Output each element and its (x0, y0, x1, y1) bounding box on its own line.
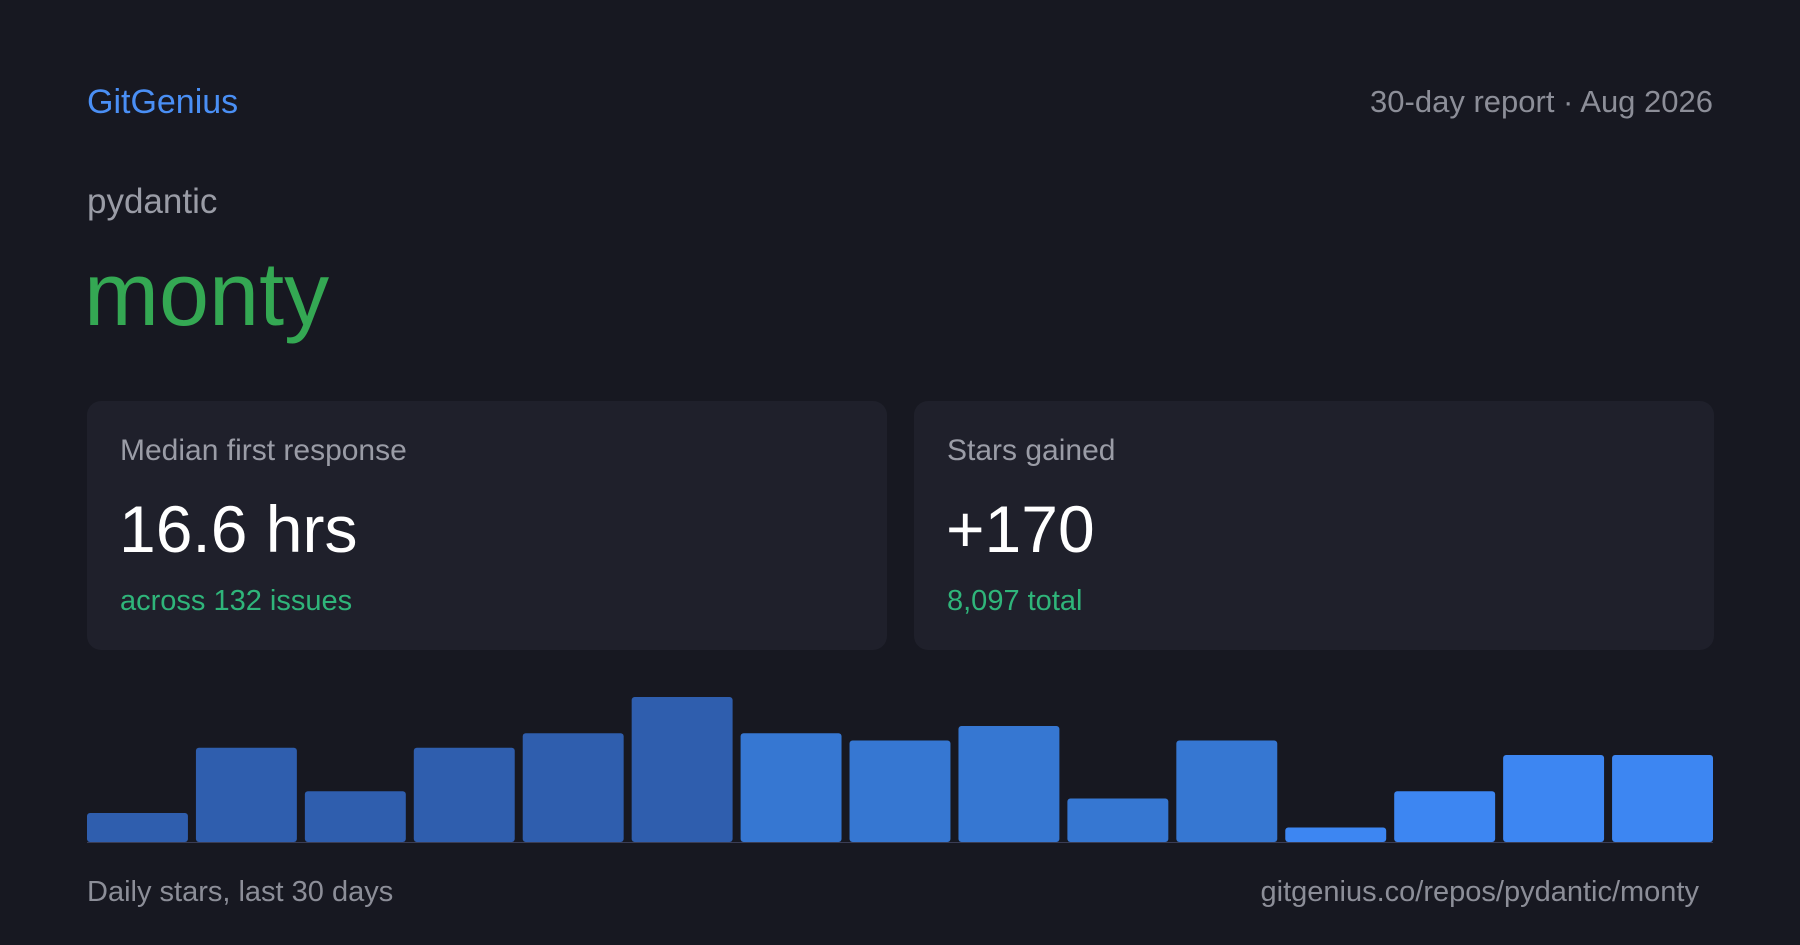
chart-bar (631, 697, 733, 842)
repo-url: gitgenius.co/repos/pydantic/monty (1260, 876, 1699, 908)
card-value: 16.6 hrs (119, 492, 358, 566)
card-label: Stars gained (947, 434, 1116, 467)
chart-bar (958, 726, 1060, 842)
chart-bar (740, 733, 842, 842)
bar-chart-svg (87, 697, 1713, 843)
daily-stars-chart (87, 690, 1713, 843)
report-period: 30-day report · Aug 2026 (1370, 84, 1713, 119)
chart-bar (1394, 791, 1496, 842)
chart-bar (195, 747, 297, 842)
chart-bar (1285, 827, 1387, 842)
stars-gained-card: Stars gained +170 8,097 total (914, 401, 1714, 650)
chart-bar (413, 747, 515, 842)
chart-bar (1612, 755, 1713, 842)
repo-owner: pydantic (87, 182, 218, 221)
card-subtext: 8,097 total (947, 585, 1083, 617)
chart-caption: Daily stars, last 30 days (87, 876, 394, 908)
chart-bar (1503, 755, 1605, 842)
chart-bar (849, 740, 951, 842)
chart-bar (304, 791, 406, 842)
card-label: Median first response (120, 434, 407, 467)
card-subtext: across 132 issues (120, 585, 353, 617)
repo-name: monty (84, 245, 330, 345)
card-value: +170 (946, 492, 1095, 566)
brand-logo: GitGenius (87, 83, 239, 121)
chart-bar (1176, 740, 1278, 842)
median-response-card: Median first response 16.6 hrs across 13… (87, 401, 887, 650)
chart-bar (87, 813, 188, 842)
chart-bar (522, 733, 624, 842)
chart-bar (1067, 798, 1169, 842)
